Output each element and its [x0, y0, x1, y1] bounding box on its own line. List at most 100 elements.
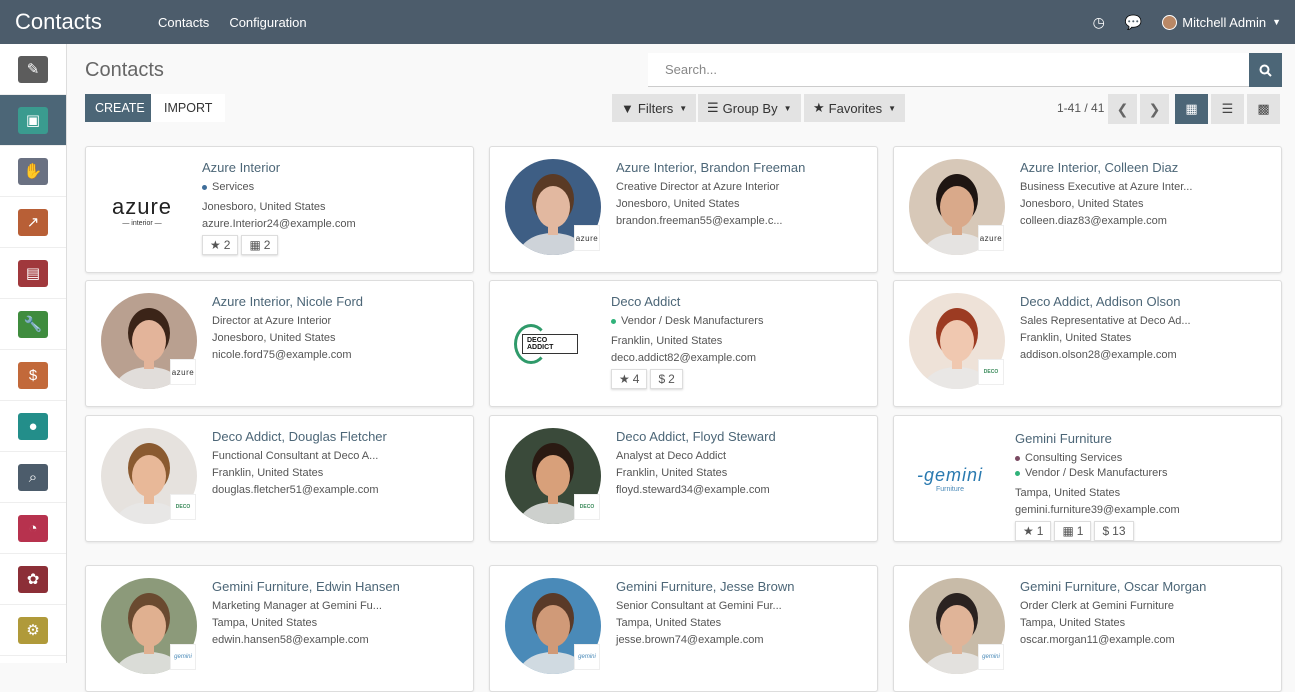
- contact-card[interactable]: gemini Gemini Furniture, Edwin Hansen Mark…: [85, 565, 474, 692]
- stat-button[interactable]: ★ 4: [611, 369, 648, 389]
- contact-card[interactable]: DECO Deco Addict, Douglas Fletcher Functio…: [85, 415, 474, 542]
- company-logo: -gemini Furniture: [916, 465, 984, 493]
- user-avatar[interactable]: [1162, 14, 1178, 30]
- sidebar-app-2[interactable]: ✋: [0, 146, 66, 197]
- stat-count: 13: [1112, 524, 1126, 538]
- card-info: Gemini Furniture, Oscar Morgan Order Cler…: [1020, 579, 1206, 651]
- contact-name: Gemini Furniture, Edwin Hansen: [212, 579, 400, 594]
- star-icon: ★: [619, 372, 630, 386]
- user-name[interactable]: Mitchell Admin: [1182, 15, 1266, 30]
- sidebar-app-1[interactable]: ▣: [0, 95, 66, 146]
- sidebar-app-10[interactable]: ✿: [0, 554, 66, 605]
- activity-chips: ★ 2 ▦ 2: [202, 235, 356, 255]
- kanban-view-button[interactable]: ▦: [1175, 94, 1208, 124]
- contact-detail: nicole.ford75@example.com: [212, 349, 352, 361]
- stat-button[interactable]: $13: [1094, 521, 1134, 541]
- contact-detail: Creative Director at Azure Interior: [616, 181, 780, 193]
- contact-card[interactable]: -gemini Furniture Gemini Furniture Consulti…: [893, 415, 1282, 542]
- contact-detail: Functional Consultant at Deco A...: [212, 450, 379, 462]
- stat-count: 4: [632, 372, 640, 386]
- stat-button[interactable]: ★ 1: [1015, 521, 1052, 541]
- pager-next-button[interactable]: ❯: [1140, 94, 1169, 124]
- stat-button[interactable]: $2: [650, 369, 683, 389]
- contact-card[interactable]: DECO ADDICT Deco Addict Vendor / Desk Manu…: [489, 280, 878, 407]
- contact-card[interactable]: gemini Gemini Furniture, Oscar Morgan Orde…: [893, 565, 1282, 692]
- invoice-icon: $: [18, 361, 48, 389]
- stat-button[interactable]: ▦ 1: [1054, 521, 1092, 541]
- menu-contacts[interactable]: Contacts: [158, 15, 209, 30]
- tag-dot: [1015, 470, 1020, 476]
- sidebar-app-9[interactable]: ◔: [0, 503, 66, 554]
- pager-value[interactable]: 1-41 / 41: [1057, 101, 1104, 115]
- contact-detail: Marketing Manager at Gemini Fu...: [212, 600, 382, 612]
- contact-detail: colleen.diaz83@example.com: [1020, 215, 1167, 227]
- import-button[interactable]: IMPORT: [151, 94, 226, 122]
- grid-icon: ▩: [1257, 101, 1270, 116]
- apps-icon: ✿: [18, 565, 48, 593]
- app-brand[interactable]: Contacts: [15, 9, 158, 35]
- contact-card[interactable]: azure Azure Interior, Nicole Ford Director…: [85, 280, 474, 407]
- tag-dot: [202, 184, 207, 190]
- company-logo: DECO ADDICT: [505, 309, 587, 379]
- contact-detail: Analyst at Deco Addict: [616, 450, 727, 462]
- contact-detail: Order Clerk at Gemini Furniture: [1020, 600, 1175, 612]
- systray: ◷ 💬 Mitchell Admin ▼: [1093, 14, 1281, 31]
- wrench-icon: 🔧: [18, 310, 48, 338]
- sidebar-app-5[interactable]: 🔧: [0, 299, 66, 350]
- group-by-button[interactable]: ☰ Group By ▼: [698, 94, 801, 122]
- contact-name: Deco Addict, Douglas Fletcher: [212, 429, 387, 444]
- calendar-icon: ▦: [1062, 524, 1074, 538]
- contact-card[interactable]: DECO Deco Addict, Addison Olson Sales Repr…: [893, 280, 1282, 407]
- sidebar-app-7[interactable]: ●: [0, 401, 66, 452]
- search-icon[interactable]: [1249, 53, 1282, 87]
- card-info: Azure Interior, Brandon Freeman Creative …: [616, 160, 805, 232]
- card-info: Azure Interior Services Jonesboro, United …: [202, 160, 356, 255]
- contact-detail: Jonesboro, United States: [1020, 198, 1144, 210]
- contact-card[interactable]: gemini Gemini Furniture, Jesse Brown Senio…: [489, 565, 878, 692]
- filters-button[interactable]: ▼ Filters ▼: [612, 94, 697, 122]
- category-tag: Vendor / Desk Manufacturers: [611, 315, 763, 327]
- contact-name: Azure Interior, Colleen Diaz: [1020, 160, 1179, 175]
- chat-icon[interactable]: 💬: [1125, 14, 1142, 31]
- company-logo: azure — interior —: [111, 193, 173, 227]
- contact-card[interactable]: azure Azure Interior, Brandon Freeman Crea…: [489, 146, 878, 273]
- app-sidebar: ✎ ▣ ✋ ↗ ▤ 🔧 $ ● ⌕ ◔ ✿ ⚙: [0, 44, 67, 663]
- contact-card[interactable]: DECO Deco Addict, Floyd Steward Analyst at…: [489, 415, 878, 542]
- company-badge-logo: gemini: [978, 644, 1004, 670]
- contact-card[interactable]: azure Azure Interior, Colleen Diaz Busines…: [893, 146, 1282, 273]
- stat-button[interactable]: ▦ 2: [241, 235, 279, 255]
- contact-name: Deco Addict, Floyd Steward: [616, 429, 776, 444]
- stat-button[interactable]: ★ 2: [202, 235, 239, 255]
- grid-view-button[interactable]: ▩: [1247, 94, 1280, 124]
- tag-label: Vendor / Desk Manufacturers: [1025, 467, 1168, 479]
- sidebar-app-6[interactable]: $: [0, 350, 66, 401]
- list-icon: ☰: [707, 100, 719, 115]
- category-tag: Vendor / Desk Manufacturers: [1015, 467, 1180, 479]
- contact-card[interactable]: azure — interior — Azure Interior Services J…: [85, 146, 474, 273]
- clock-icon[interactable]: ◷: [1093, 14, 1105, 31]
- sidebar-app-3[interactable]: ↗: [0, 197, 66, 248]
- contact-name: Azure Interior: [202, 160, 281, 175]
- company-badge-logo: DECO: [978, 359, 1004, 385]
- sidebar-app-4[interactable]: ▤: [0, 248, 66, 299]
- search-input[interactable]: Search...: [648, 53, 1250, 87]
- contact-name: Gemini Furniture: [1015, 431, 1112, 446]
- team-icon: ●: [18, 412, 48, 440]
- chevron-down-icon[interactable]: ▼: [1272, 17, 1281, 27]
- star-icon: ★: [813, 100, 825, 115]
- sidebar-app-0[interactable]: ✎: [0, 44, 66, 95]
- card-info: Azure Interior, Nicole Ford Director at A…: [212, 294, 363, 366]
- menu-configuration[interactable]: Configuration: [229, 15, 306, 30]
- contact-detail: brandon.freeman55@example.c...: [616, 215, 783, 227]
- favorites-button[interactable]: ★ Favorites ▼: [804, 94, 906, 122]
- settings-icon: ⚙: [18, 616, 48, 644]
- favorites-label: Favorites: [828, 100, 883, 116]
- contact-detail: Jonesboro, United States: [202, 201, 326, 213]
- card-info: Deco Addict Vendor / Desk Manufacturers Fr…: [611, 294, 763, 389]
- list-view-button[interactable]: ☰: [1211, 94, 1244, 124]
- sidebar-app-8[interactable]: ⌕: [0, 452, 66, 503]
- sidebar-app-11[interactable]: ⚙: [0, 605, 66, 656]
- pager-previous-button[interactable]: ❮: [1108, 94, 1137, 124]
- create-button[interactable]: CREATE: [85, 94, 155, 122]
- chevron-down-icon: ▼: [888, 103, 897, 113]
